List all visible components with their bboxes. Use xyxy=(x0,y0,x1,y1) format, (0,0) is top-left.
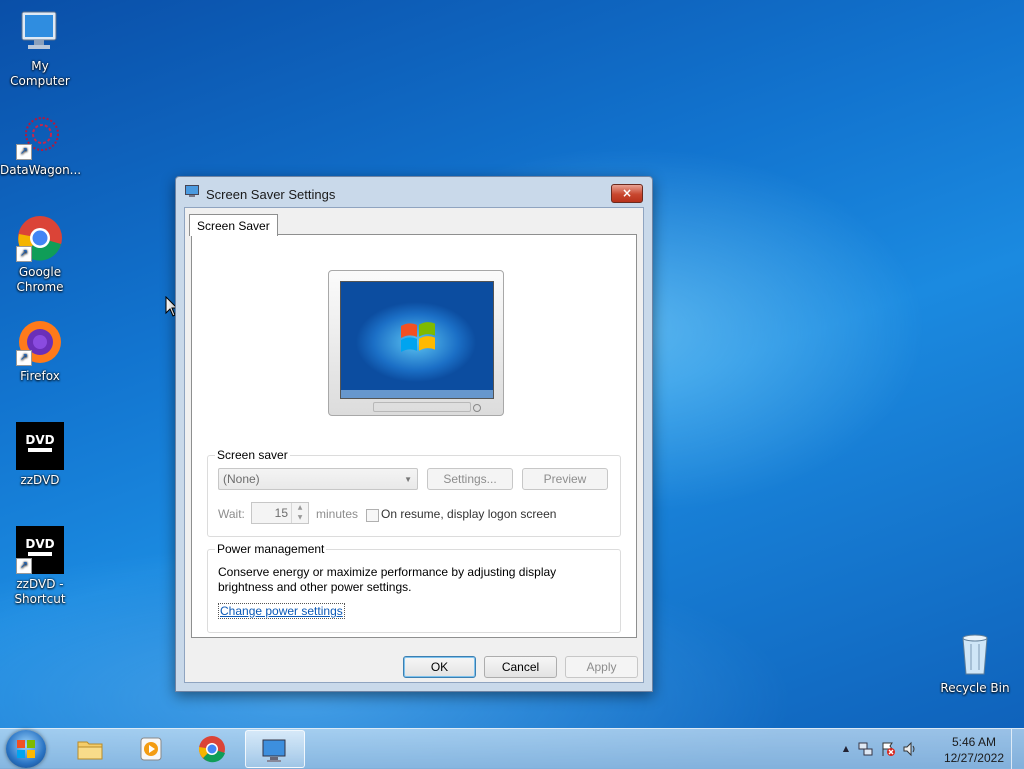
cancel-button[interactable]: Cancel xyxy=(484,656,557,678)
screen-saver-group-title: Screen saver xyxy=(215,448,290,462)
firefox-icon: ↗ xyxy=(16,318,64,366)
taskbar-media-player[interactable] xyxy=(123,730,179,768)
show-hidden-icons-icon[interactable]: ▲ xyxy=(838,741,854,757)
tab-screen-saver[interactable]: Screen Saver xyxy=(189,214,278,236)
dialog-title: Screen Saver Settings xyxy=(206,187,336,202)
desktop-icon-label: Firefox xyxy=(20,369,60,383)
tab-panel: Screen saver (None) ▼ Settings... Previe… xyxy=(191,234,637,638)
taskbar-explorer[interactable] xyxy=(62,730,118,768)
power-management-group: Power management Conserve energy or maxi… xyxy=(207,542,621,633)
screen-saver-select[interactable]: (None) ▼ xyxy=(218,468,418,490)
taskbar-screen-saver-settings[interactable] xyxy=(245,730,305,768)
desktop-icon-label: zzDVD xyxy=(20,473,60,487)
show-desktop-button[interactable] xyxy=(1011,729,1024,769)
desktop-icon-my-computer[interactable]: My Computer xyxy=(0,8,80,89)
wait-label: Wait: xyxy=(218,507,245,521)
chrome-icon: ↗ xyxy=(16,214,64,262)
screen-saver-settings-dialog: Screen Saver Settings × Screen Saver Scr… xyxy=(175,176,653,692)
network-icon[interactable] xyxy=(858,741,874,757)
ok-button[interactable]: OK xyxy=(403,656,476,678)
svg-text:DVD: DVD xyxy=(25,537,54,551)
clock[interactable]: 5:46 AM 12/27/2022 xyxy=(944,734,1004,766)
desktop-icon-datawagon[interactable]: ↗ DataWagon... xyxy=(0,112,82,178)
system-tray: ▲ 5:46 AM 12/27/2022 xyxy=(834,729,1024,769)
shortcut-arrow-icon: ↗ xyxy=(16,350,32,366)
monitor-base xyxy=(373,402,471,412)
close-button[interactable]: × xyxy=(611,184,643,203)
minutes-label: minutes xyxy=(316,507,359,521)
apply-button[interactable]: Apply xyxy=(565,656,638,678)
stepper-arrows-icon[interactable]: ▲ ▼ xyxy=(291,503,308,523)
datawagon-icon: ↗ xyxy=(16,112,64,160)
taskbar-chrome[interactable] xyxy=(184,730,240,768)
dvd-icon: DVD xyxy=(16,422,64,470)
desktop-icon-label: DataWagon... xyxy=(0,163,82,177)
dvd-icon: DVD ↗ xyxy=(16,526,64,574)
shortcut-arrow-icon: ↗ xyxy=(16,144,32,160)
clock-time: 5:46 AM xyxy=(951,735,996,749)
desktop-icon-firefox[interactable]: ↗ Firefox xyxy=(0,318,80,384)
action-center-flag-icon[interactable] xyxy=(880,741,896,757)
desktop-icon-label: Google Chrome xyxy=(16,265,64,294)
power-management-group-title: Power management xyxy=(215,542,327,556)
resume-logon-label: On resume, display logon screen xyxy=(381,507,557,521)
folder-icon xyxy=(77,741,103,760)
desktop-icon-label: zzDVD - Shortcut xyxy=(14,577,66,606)
dialog-titlebar[interactable]: Screen Saver Settings × xyxy=(176,177,652,207)
desktop-icon-zzdvd[interactable]: DVD zzDVD xyxy=(0,422,80,488)
media-player-icon xyxy=(140,737,162,761)
recycle-bin-icon xyxy=(951,630,999,678)
desktop-icon-recycle-bin[interactable]: Recycle Bin xyxy=(935,630,1015,696)
settings-button[interactable]: Settings... xyxy=(427,468,513,490)
start-button[interactable] xyxy=(6,730,46,768)
dialog-content: Screen Saver Screen saver (None) ▼ Setti… xyxy=(184,207,644,683)
display-settings-icon xyxy=(185,185,199,197)
shortcut-arrow-icon: ↗ xyxy=(16,246,32,262)
computer-icon xyxy=(16,8,64,56)
chevron-down-icon: ▼ xyxy=(404,475,412,484)
desktop-icon-label: Recycle Bin xyxy=(940,681,1010,695)
power-description: Conserve energy or maximize performance … xyxy=(218,565,557,594)
screen-saver-selected: (None) xyxy=(223,472,260,486)
taskbar: ▲ 5:46 AM 12/27/2022 xyxy=(0,728,1024,769)
desktop-icon-label: My Computer xyxy=(10,59,70,88)
shortcut-arrow-icon: ↗ xyxy=(16,558,32,574)
chrome-icon xyxy=(198,736,225,763)
close-icon: × xyxy=(621,186,633,200)
svg-text:DVD: DVD xyxy=(25,433,54,447)
desktop-icon-zzdvd-shortcut[interactable]: DVD ↗ zzDVD - Shortcut xyxy=(0,526,80,607)
preview-screen xyxy=(340,281,494,399)
wait-minutes-stepper[interactable]: 15 ▲ ▼ xyxy=(251,502,309,524)
change-power-settings-link[interactable]: Change power settings xyxy=(218,603,345,619)
windows-logo-icon xyxy=(17,740,35,758)
display-settings-icon xyxy=(262,739,286,762)
resume-logon-checkbox[interactable] xyxy=(366,509,379,522)
preview-monitor xyxy=(328,270,504,416)
clock-date: 12/27/2022 xyxy=(943,751,1004,765)
preview-button[interactable]: Preview xyxy=(522,468,608,490)
screen-saver-group: Screen saver (None) ▼ Settings... Previe… xyxy=(207,448,621,537)
power-indicator-icon xyxy=(473,404,481,412)
volume-icon[interactable] xyxy=(902,741,918,757)
windows-logo-icon xyxy=(341,322,493,398)
wait-value: 15 xyxy=(274,506,288,520)
desktop-icon-google-chrome[interactable]: ↗ Google Chrome xyxy=(0,214,80,295)
